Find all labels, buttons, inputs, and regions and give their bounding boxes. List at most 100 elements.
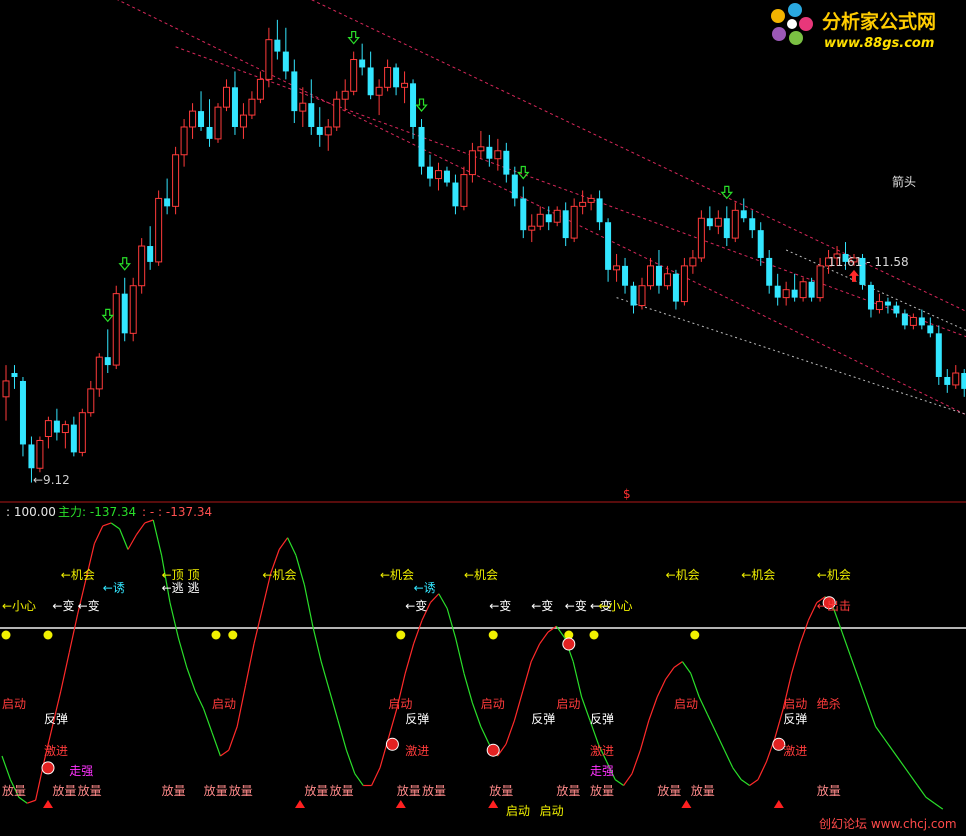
indicator-segment [614,779,624,786]
candle [11,365,18,389]
signal-label: 激进 [44,744,68,758]
candle [536,206,544,231]
indicator-segment [639,720,650,751]
flower-icon [771,3,813,45]
indicator-segment [480,726,490,745]
candle [714,210,722,235]
candle-body [248,98,256,116]
up-triangle-icon [295,800,305,808]
candle-body [104,357,111,366]
indicator-segment [144,519,154,524]
candle [799,277,807,302]
candle [87,380,95,417]
candle-body [511,174,518,199]
candle-body [418,126,425,167]
candle-body [282,51,289,72]
signal-label: 启动 [556,697,580,711]
candle [672,269,679,310]
signal-label: 放量 [162,783,186,798]
signal-label: 放量 [2,783,26,798]
candle-body [19,380,26,445]
candle [791,273,798,302]
candle [350,51,358,96]
candle-body [605,222,612,270]
candle [256,71,264,104]
ball-icon [562,637,576,651]
candle [274,19,281,60]
candle-body [291,71,298,112]
signal-label: 放量 [330,783,354,798]
yellow-dot-icon [488,630,498,640]
candle [494,138,502,171]
candle [740,198,747,223]
candle-body [198,111,205,127]
indicator-segment [572,661,583,698]
candle-body [613,265,621,271]
indicator-segment [715,732,725,751]
signal-label: 启动 [783,697,807,711]
indicator-segment [110,522,120,530]
candle-body [570,205,578,239]
indicator-segment [841,631,851,656]
candle [393,63,400,96]
candle [808,277,815,302]
candle-body [44,420,52,438]
candle [248,91,256,120]
yellow-dot-icon [43,630,53,640]
signal-label: 反弹 [531,712,555,726]
signal-label: ←机会 [262,568,296,582]
signal-label: ←变 [489,598,511,613]
indicator-segment [345,749,356,774]
candle-body [520,198,527,231]
candle [723,206,730,247]
indicator-segment [757,761,767,780]
candle [265,27,273,88]
signal-label: 走强 [590,764,614,778]
indicator-segment [917,785,927,798]
indicator-panel: ←机会 ←顶 顶 ←机会 ←机会 ←机会 ←机会 ←机会 ←机会 ←逃 逃 ←诱 ←诱 ←小心 ←变 ←变… [0,519,966,818]
candle-body [434,170,442,180]
candle-body [28,444,35,469]
candle-body [884,301,891,306]
signal-label: ←变 [52,598,74,613]
candle [605,218,612,282]
candle [172,146,180,215]
low-price-label: ←9.12 [33,473,70,487]
candle [112,285,120,370]
candle-body [112,293,120,366]
candle [367,51,374,100]
signal-label: ←机会 [666,568,700,582]
candle [622,257,629,294]
indicator-segment [505,720,515,745]
candle-body [697,217,705,259]
candle-body [256,78,264,100]
candle [579,190,587,215]
candle-body [740,210,747,219]
candle-body [375,86,383,96]
signal-label: ←机会 [61,568,95,582]
indicator-segment [194,690,205,710]
candle [867,281,874,318]
indicator-segment [429,593,440,604]
indicator-segment [858,679,868,704]
indicator-segment [934,802,944,810]
candle [630,281,637,314]
signal-label: 启动 [388,697,412,711]
candle [757,222,764,266]
signal-label: 放量 [422,783,446,798]
indicator-segment [287,537,297,556]
candle [460,166,468,211]
candle [689,250,697,274]
candle-body [443,170,450,183]
down-arrow-icon [347,30,360,45]
yellow-dot-icon [211,630,221,640]
signal-label: 反弹 [590,712,614,726]
signal-label: ←变 [531,598,553,613]
candle [214,103,222,143]
indicator-segment [908,773,919,786]
candle-body [918,317,925,326]
candle [341,79,349,112]
candle-body [714,217,722,227]
candle [452,174,459,215]
candle-body [799,281,807,299]
